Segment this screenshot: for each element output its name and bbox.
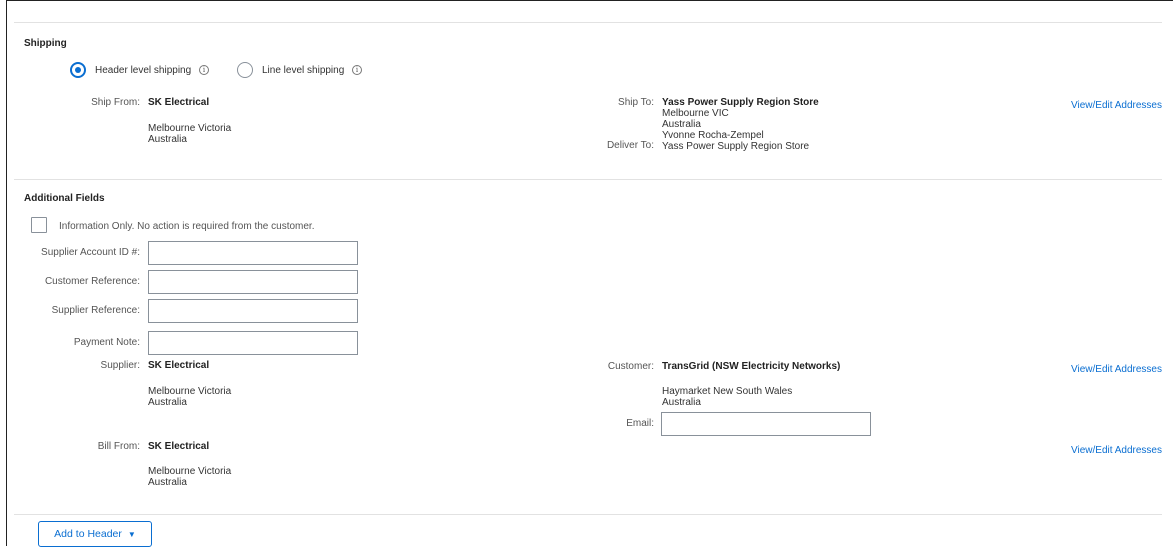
footer-divider (14, 514, 1162, 515)
ship-to-line1: Melbourne VIC (662, 108, 729, 119)
ship-to-address: Yass Power Supply Region Store Melbourne… (662, 97, 819, 152)
supplier-reference-input[interactable] (148, 299, 358, 323)
supplier-account-id-input[interactable] (148, 241, 358, 265)
supplier-line2: Australia (148, 397, 187, 408)
top-divider (14, 22, 1162, 23)
ship-from-line2: Australia (148, 134, 187, 145)
bill-from-label: Bill From: (97, 441, 140, 452)
customer-reference-label: Customer Reference: (44, 276, 140, 287)
view-edit-addresses-shipping-link[interactable]: View/Edit Addresses (1071, 100, 1162, 111)
bill-from-line1: Melbourne Victoria (148, 466, 232, 477)
line-level-shipping-radio[interactable] (237, 62, 253, 78)
supplier-line1: Melbourne Victoria (148, 386, 232, 397)
payment-note-label: Payment Note: (73, 337, 140, 348)
deliver-to-label: Deliver To: (606, 140, 654, 151)
email-label: Email: (626, 418, 654, 429)
view-edit-addresses-bill-from-link[interactable]: View/Edit Addresses (1071, 445, 1162, 456)
caret-down-icon: ▼ (127, 529, 136, 539)
supplier-name: SK Electrical (148, 360, 210, 371)
ship-from-address: Melbourne Victoria Australia (148, 123, 231, 145)
header-level-shipping-label[interactable]: Header level shipping (95, 65, 191, 76)
ship-from-name: SK Electrical (148, 97, 210, 108)
supplier-label: Supplier: (100, 360, 140, 371)
ship-to-label: Ship To: (618, 97, 654, 108)
customer-name: TransGrid (NSW Electricity Networks) (662, 361, 841, 372)
shipping-divider (14, 179, 1162, 180)
info-icon[interactable]: i (199, 65, 209, 75)
payment-note-input[interactable] (148, 331, 358, 355)
add-to-header-label: Add to Header (54, 528, 122, 540)
add-to-header-button[interactable]: Add to Header ▼ (38, 521, 152, 547)
customer-reference-input[interactable] (148, 270, 358, 294)
supplier-address: Melbourne Victoria Australia (148, 386, 231, 408)
view-edit-addresses-customer-link[interactable]: View/Edit Addresses (1071, 364, 1162, 375)
bill-from-address: Melbourne Victoria Australia (148, 466, 231, 488)
bill-from-name: SK Electrical (148, 441, 210, 452)
ship-to-line2: Australia (662, 119, 701, 130)
ship-from-label: Ship From: (91, 97, 140, 108)
line-level-shipping-label[interactable]: Line level shipping (262, 65, 344, 76)
customer-address: Haymarket New South Wales Australia (662, 386, 792, 408)
additional-fields-title: Additional Fields (24, 193, 105, 204)
deliver-to-line2: Yass Power Supply Region Store (662, 141, 810, 152)
customer-line2: Australia (662, 397, 701, 408)
bill-from-line2: Australia (148, 477, 187, 488)
email-input[interactable] (661, 412, 871, 436)
ship-from-line1: Melbourne Victoria (148, 123, 232, 134)
supplier-reference-label: Supplier Reference: (51, 305, 140, 316)
deliver-to-line1: Yvonne Rocha-Zempel (662, 130, 764, 141)
information-only-checkbox[interactable] (31, 217, 47, 233)
ship-to-name: Yass Power Supply Region Store (662, 97, 819, 108)
shipping-section-title: Shipping (24, 38, 67, 49)
information-only-label: Information Only. No action is required … (59, 221, 315, 232)
header-level-shipping-radio[interactable] (70, 62, 86, 78)
customer-line1: Haymarket New South Wales (662, 386, 793, 397)
customer-label: Customer: (607, 361, 654, 372)
info-icon[interactable]: i (352, 65, 362, 75)
supplier-account-id-label: Supplier Account ID #: (41, 247, 140, 258)
